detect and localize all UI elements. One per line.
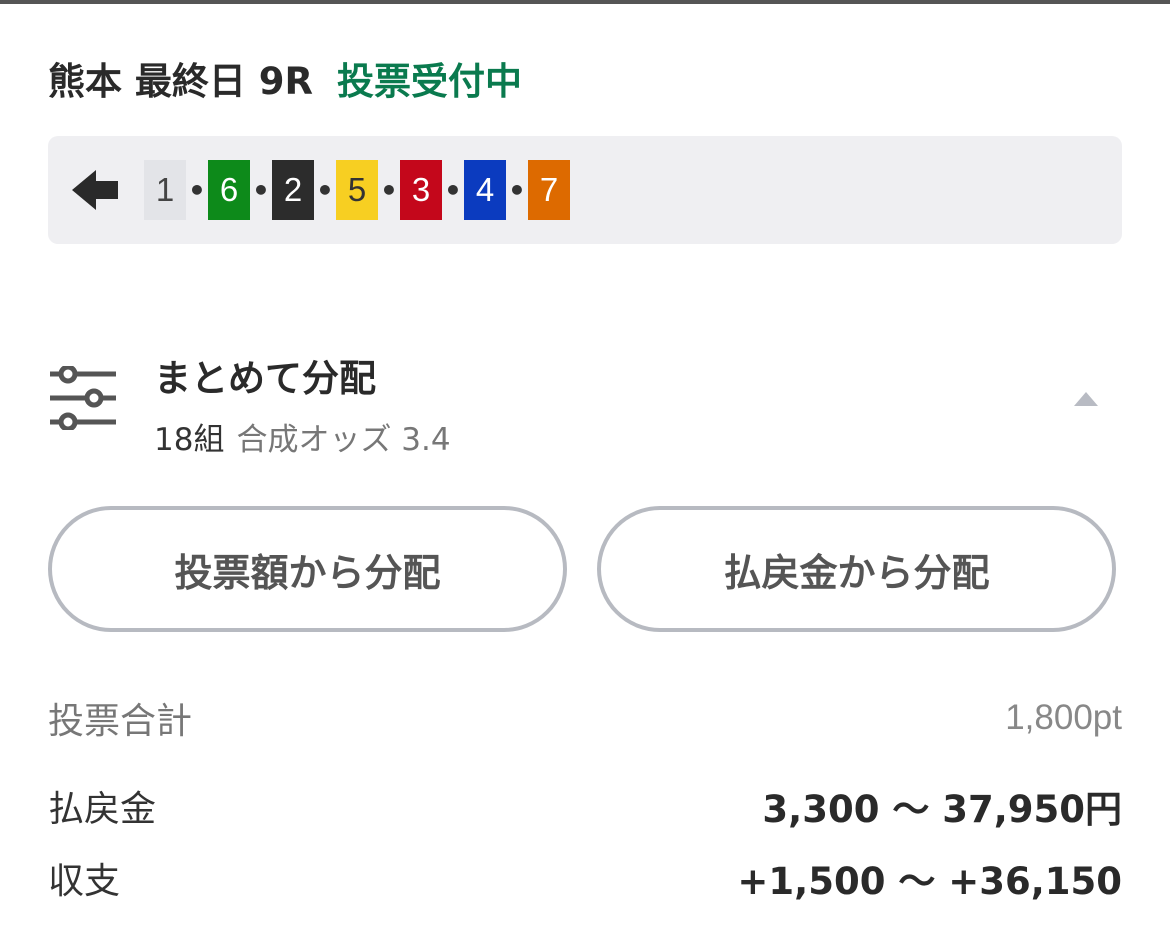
separator-dot: • xyxy=(380,173,398,207)
separator-dot: • xyxy=(444,173,462,207)
separator-dot: • xyxy=(252,173,270,207)
balance-label: 収支 xyxy=(48,861,121,902)
combination-count: 18組 xyxy=(154,422,225,458)
number-chip: 7 xyxy=(528,160,570,220)
distribute-by-bet-button[interactable]: 投票額から分配 xyxy=(48,506,567,632)
separator-dot: • xyxy=(316,173,334,207)
balance-row: 収支 +1,500 〜 +36,150 xyxy=(48,852,1122,904)
chevron-up-icon[interactable] xyxy=(1070,386,1102,410)
number-chip: 3 xyxy=(400,160,442,220)
distribution-section[interactable]: まとめて分配 18組 合成オッズ 3.4 xyxy=(48,340,1122,460)
total-bet-value: 1,800pt xyxy=(1005,698,1122,737)
number-chip: 6 xyxy=(208,160,250,220)
top-divider xyxy=(0,0,1170,4)
sliders-icon xyxy=(50,366,116,430)
number-chip: 5 xyxy=(336,160,378,220)
race-title: 熊本 最終日 9R xyxy=(48,60,313,103)
number-chip: 1 xyxy=(144,160,186,220)
distribute-by-payout-button[interactable]: 払戻金から分配 xyxy=(597,506,1116,632)
race-header: 熊本 最終日 9R 投票受付中 xyxy=(48,52,522,104)
race-status-label: 投票受付中 xyxy=(337,60,522,103)
payout-row: 払戻金 3,300 〜 37,950円 xyxy=(48,780,1122,832)
payout-value: 3,300 〜 37,950円 xyxy=(762,788,1122,831)
number-chip: 2 xyxy=(272,160,314,220)
total-bet-row: 投票合計 1,800pt xyxy=(48,692,1122,744)
combined-odds: 合成オッズ 3.4 xyxy=(236,422,451,458)
separator-dot: • xyxy=(508,173,526,207)
combination-box: 1 • 6 • 2 • 5 • 3 • 4 • 7 xyxy=(48,136,1122,244)
distribution-subtitle: 18組 合成オッズ 3.4 xyxy=(154,414,451,459)
combination-numbers: 1 • 6 • 2 • 5 • 3 • 4 • 7 xyxy=(144,160,570,220)
balance-value: +1,500 〜 +36,150 xyxy=(737,860,1122,903)
distribution-title: まとめて分配 xyxy=(154,357,376,400)
payout-label: 払戻金 xyxy=(48,789,157,830)
separator-dot: • xyxy=(188,173,206,207)
arrow-left-icon xyxy=(72,170,118,210)
total-bet-label: 投票合計 xyxy=(48,701,193,742)
number-chip: 4 xyxy=(464,160,506,220)
